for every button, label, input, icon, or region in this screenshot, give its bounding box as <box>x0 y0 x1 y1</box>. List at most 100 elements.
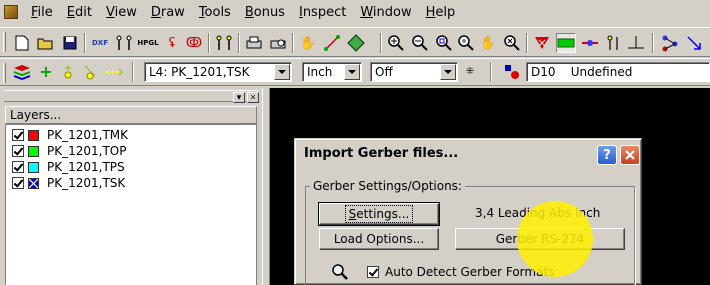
layer-color-swatch[interactable] <box>28 145 39 157</box>
dcode-icon[interactable] <box>502 62 522 82</box>
import-gerber-dialog: Import Gerber files... ? Gerber Settings… <box>294 138 642 285</box>
chevron-down-icon[interactable] <box>274 64 290 80</box>
toolbar-grip[interactable] <box>3 32 6 52</box>
menu-items: File Edit View Draw Tools Bonus Inspect … <box>24 5 462 21</box>
zoom-out-icon[interactable] <box>410 33 430 53</box>
print-icon[interactable] <box>244 33 264 53</box>
print-preview-icon[interactable] <box>268 33 288 53</box>
app-icon[interactable] <box>4 5 18 19</box>
chevron-down-icon[interactable] <box>344 64 360 80</box>
layer-row[interactable]: PK_1201,TSK <box>12 175 125 191</box>
load-options-button[interactable]: Load Options... <box>319 228 439 250</box>
layer-visible-checkbox[interactable] <box>12 177 24 189</box>
toolbar-grip[interactable] <box>3 63 6 83</box>
close-button[interactable] <box>620 145 640 165</box>
layer-color-swatch[interactable] <box>28 129 39 141</box>
aperture-icon[interactable] <box>214 33 234 53</box>
layer-row[interactable]: PK_1201,TPS <box>12 159 125 175</box>
auto-detect-checkbox-row[interactable]: Auto Detect Gerber Formats <box>367 265 554 279</box>
layer-name: PK_1201,TOP <box>47 144 127 158</box>
node-icon[interactable] <box>660 33 680 53</box>
zoom-fit-icon[interactable] <box>456 33 476 53</box>
units-select[interactable]: Inch <box>302 62 362 82</box>
layers-stack-icon[interactable] <box>12 62 32 82</box>
open-folder-icon[interactable] <box>36 33 56 53</box>
toolbar-separator <box>490 62 492 82</box>
layer-visible-checkbox[interactable] <box>12 129 24 141</box>
zoom-pan-icon[interactable]: ✋ <box>478 33 498 53</box>
layer-toggle-icon[interactable] <box>556 33 576 53</box>
group-label: Gerber Settings/Options: <box>310 179 465 193</box>
settings-button[interactable]: Settings... <box>318 202 440 226</box>
menu-inspect[interactable]: Inspect <box>292 5 353 21</box>
menu-edit[interactable]: Edit <box>60 5 99 21</box>
flash-icon[interactable] <box>604 33 624 53</box>
save-icon[interactable] <box>60 33 80 53</box>
menu-draw[interactable]: Draw <box>144 5 192 21</box>
panel-close-icon[interactable]: × <box>247 92 259 103</box>
drc-icon[interactable] <box>532 33 552 53</box>
dcode-select-value: D10 Undefined <box>531 65 633 79</box>
layer-row[interactable]: PK_1201,TOP <box>12 143 126 159</box>
menu-tools[interactable]: Tools <box>192 5 238 21</box>
layer-toolbar: + L4: PK_1201,TSK Inch Off ⁜ D10 Undefin… <box>0 58 710 86</box>
toolbar-separator <box>380 33 382 53</box>
menu-view[interactable]: View <box>99 5 144 21</box>
menu-bonus[interactable]: Bonus <box>238 5 292 21</box>
netlist-icon[interactable]: ↂ <box>184 33 204 53</box>
trace-icon[interactable] <box>580 33 600 53</box>
net-icon[interactable] <box>346 33 366 53</box>
zoom-in-icon[interactable] <box>386 33 406 53</box>
dcode-select[interactable]: D10 Undefined <box>526 62 710 82</box>
panel-menu-icon[interactable]: ▾ <box>233 92 245 103</box>
snap-select[interactable]: Off <box>370 62 458 82</box>
layer-color-swatch[interactable] <box>28 161 39 173</box>
measure-icon[interactable] <box>322 33 342 53</box>
layer-down-icon[interactable] <box>80 62 100 82</box>
snap-select-value: Off <box>375 65 393 79</box>
layer-name: PK_1201,TMK <box>47 128 129 142</box>
dialog-titlebar[interactable]: Import Gerber files... ? <box>299 143 640 165</box>
layers-list: PK_1201,TMK PK_1201,TOP PK_1201,TPS PK_1… <box>5 124 257 285</box>
arrow-icon[interactable] <box>684 33 704 53</box>
zoom-previous-icon[interactable] <box>502 33 522 53</box>
layer-swap-icon[interactable] <box>104 62 124 82</box>
gerber-format-button[interactable]: Gerber RS-274 <box>455 228 625 250</box>
auto-detect-label: Auto Detect Gerber Formats <box>385 265 555 279</box>
toolbar-separator <box>526 33 528 53</box>
ncdrill-icon[interactable]: ʢ <box>162 33 182 53</box>
layer-row[interactable]: PK_1201,TMK <box>12 127 128 143</box>
help-button[interactable]: ? <box>597 145 617 165</box>
toolbar-separator <box>292 33 294 53</box>
menu-help[interactable]: Help <box>419 5 463 21</box>
toolbar-separator <box>208 33 210 53</box>
layer-color-swatch[interactable] <box>28 177 39 189</box>
dxf-dwg-import-icon[interactable]: DXF <box>90 33 110 53</box>
toolbar-separator <box>238 33 240 53</box>
layer-up-icon[interactable] <box>58 62 78 82</box>
auto-detect-checkbox[interactable] <box>367 266 379 278</box>
chevron-down-icon[interactable] <box>440 64 456 80</box>
layers-header[interactable]: Layers... <box>5 106 257 124</box>
new-file-icon[interactable] <box>12 33 32 53</box>
layers-panel: ▾ × Layers... PK_1201,TMK PK_1201,TOP PK… <box>0 88 262 285</box>
menu-window[interactable]: Window <box>353 5 418 21</box>
layer-name: PK_1201,TSK <box>47 176 126 190</box>
layer-visible-checkbox[interactable] <box>12 161 24 173</box>
toolbar-separator <box>652 33 654 53</box>
gerber-import-icon[interactable] <box>114 33 134 53</box>
crosshair-icon[interactable] <box>626 33 646 53</box>
layer-visible-checkbox[interactable] <box>12 145 24 157</box>
format-description: 3,4 Leading Abs Inch <box>475 206 601 220</box>
toolbar-separator <box>84 33 86 53</box>
magnifier-icon[interactable] <box>331 263 349 281</box>
grid-icon[interactable]: ⁜ <box>460 62 480 82</box>
zoom-window-icon[interactable] <box>434 33 454 53</box>
menu-file[interactable]: File <box>24 5 60 21</box>
panel-titlebar: ▾ × <box>4 90 259 103</box>
hpgl-import-icon[interactable]: HPGL <box>137 33 158 53</box>
add-layer-icon[interactable]: + <box>36 62 56 82</box>
pan-hand-icon[interactable]: ✋ <box>298 33 318 53</box>
layer-select[interactable]: L4: PK_1201,TSK <box>144 62 292 82</box>
panel-splitter[interactable] <box>262 88 270 285</box>
